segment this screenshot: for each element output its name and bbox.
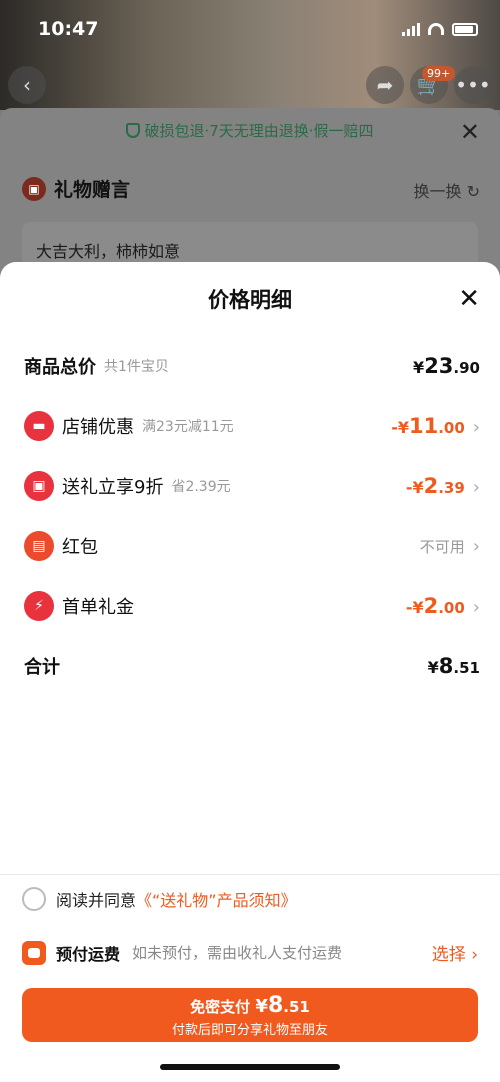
price-row-total: 合计 ¥8.51 bbox=[24, 648, 480, 684]
share-button[interactable]: ➦ bbox=[366, 66, 404, 104]
row-amount: -¥ 2.39 › bbox=[406, 474, 480, 498]
amount-dec: .39 bbox=[438, 479, 465, 497]
chevron-left-icon: ‹ bbox=[23, 73, 31, 97]
row-amount: ¥23.90 bbox=[413, 354, 480, 378]
lightning-icon: ⚡ bbox=[24, 591, 54, 621]
prepay-shipping-row: 预付运费 如未预付，需由收礼人支付运费 选择 › bbox=[22, 940, 478, 965]
row-sub: 省2.39元 bbox=[171, 479, 231, 495]
row-label: 店铺优惠 bbox=[62, 417, 134, 438]
chevron-right-icon: › bbox=[472, 535, 480, 557]
amount-dec: .90 bbox=[453, 359, 480, 377]
total-amount: ¥8.51 bbox=[428, 654, 480, 678]
amount-int: 11 bbox=[408, 414, 439, 438]
swap-button[interactable]: 换一换 ↻ bbox=[413, 178, 480, 202]
guarantee-text: 破损包退·7天无理由退换·假一赔四 bbox=[144, 122, 374, 140]
sheet-close-button[interactable]: ✕ bbox=[460, 118, 480, 146]
agree-text: 阅读并同意 bbox=[56, 891, 137, 910]
amount-int: 2 bbox=[423, 474, 439, 498]
row-sub: 共1件宝贝 bbox=[104, 359, 169, 375]
status-text: 不可用 bbox=[419, 537, 465, 556]
prepay-title: 预付运费 bbox=[56, 944, 121, 964]
row-amount: -¥ 11.00 › bbox=[391, 414, 480, 438]
amount-prefix: -¥ bbox=[405, 478, 424, 497]
status-icons bbox=[402, 22, 478, 36]
gift-message-title: 礼物赠言 bbox=[54, 179, 131, 201]
battery-icon bbox=[452, 22, 478, 36]
agreement-row: 阅读并同意 《“送礼物”产品须知》 bbox=[22, 887, 297, 911]
chevron-right-icon: › bbox=[472, 597, 480, 618]
row-label: 红包 bbox=[62, 537, 98, 558]
chevron-right-icon: › bbox=[472, 477, 480, 498]
chevron-right-icon: › bbox=[472, 417, 480, 438]
gift-icon: ▣ bbox=[24, 471, 54, 501]
gift-icon: ▣ bbox=[22, 176, 46, 201]
price-row-goods-total: 商品总价 共1件宝贝 ¥23.90 bbox=[24, 348, 480, 384]
row-sub: 满23元减11元 bbox=[142, 419, 234, 435]
modal-title: 价格明细 bbox=[208, 288, 292, 312]
row-amount: -¥ 2.00 › bbox=[406, 594, 480, 618]
pay-dec: .51 bbox=[283, 998, 310, 1016]
row-label: 商品总价 bbox=[24, 357, 96, 378]
signal-icon bbox=[402, 22, 420, 36]
more-icon: ••• bbox=[455, 73, 491, 97]
amount-prefix: ¥ bbox=[427, 658, 439, 677]
pay-prefix: ¥ bbox=[255, 996, 268, 1017]
shield-icon bbox=[126, 123, 141, 138]
home-indicator bbox=[160, 1064, 340, 1070]
price-detail-modal: 价格明细 ✕ 商品总价 共1件宝贝 ¥23.90 ▬ 店铺优惠 满23元减11元… bbox=[0, 262, 500, 1082]
wifi-icon bbox=[428, 23, 444, 35]
pay-line: 免密支付 ¥8.51 bbox=[22, 993, 478, 1018]
amount-int: 2 bbox=[423, 594, 439, 618]
price-row-first-order[interactable]: ⚡ 首单礼金 -¥ 2.00 › bbox=[24, 588, 480, 624]
guarantee-banner: 破损包退·7天无理由退换·假一赔四 bbox=[0, 120, 500, 141]
swap-label: 换一换 bbox=[413, 182, 462, 201]
status-bar: 10:47 bbox=[0, 0, 500, 60]
prepay-select-button[interactable]: 选择 › bbox=[432, 940, 478, 965]
amount-int: 23 bbox=[424, 354, 454, 378]
terms-link[interactable]: 《“送礼物”产品须知》 bbox=[136, 887, 297, 911]
row-status: 不可用 › bbox=[420, 536, 480, 557]
pay-sub: 付款后即可分享礼物至朋友 bbox=[171, 1023, 328, 1038]
close-icon[interactable]: ✕ bbox=[458, 286, 480, 312]
refresh-icon: ↻ bbox=[466, 182, 480, 201]
more-button[interactable]: ••• bbox=[454, 66, 492, 104]
price-row-gift-discount[interactable]: ▣ 送礼立享9折 省2.39元 -¥ 2.39 › bbox=[24, 468, 480, 504]
prepay-desc: 如未预付，需由收礼人支付运费 bbox=[132, 944, 343, 962]
share-icon: ➦ bbox=[376, 73, 394, 97]
gift-message-header: ▣ 礼物赠言 bbox=[22, 175, 130, 202]
amount-dec: .00 bbox=[438, 599, 465, 617]
pay-int: 8 bbox=[267, 993, 284, 1018]
pay-label: 免密支付 bbox=[190, 998, 251, 1016]
price-row-shop-discount[interactable]: ▬ 店铺优惠 满23元减11元 -¥ 11.00 › bbox=[24, 408, 480, 444]
footer-divider bbox=[0, 874, 500, 875]
amount-dec: .00 bbox=[438, 419, 465, 437]
amount-dec: .51 bbox=[453, 659, 480, 677]
back-button[interactable]: ‹ bbox=[8, 66, 46, 104]
amount-prefix: -¥ bbox=[391, 418, 409, 437]
row-label: 首单礼金 bbox=[62, 597, 134, 618]
agree-radio[interactable] bbox=[22, 887, 46, 911]
red-packet-icon: ▤ bbox=[24, 531, 54, 561]
shipping-icon bbox=[22, 940, 46, 965]
total-label: 合计 bbox=[24, 657, 60, 678]
cart-badge: 99+ bbox=[422, 66, 456, 81]
shop-icon: ▬ bbox=[24, 411, 54, 441]
amount-prefix: -¥ bbox=[405, 598, 424, 617]
pay-button[interactable]: 免密支付 ¥8.51 付款后即可分享礼物至朋友 bbox=[22, 988, 478, 1042]
status-time: 10:47 bbox=[38, 18, 99, 40]
amount-int: 8 bbox=[438, 654, 454, 678]
row-label: 送礼立享9折 bbox=[62, 477, 164, 498]
price-row-red-packet[interactable]: ▤ 红包 不可用 › bbox=[24, 528, 480, 564]
amount-prefix: ¥ bbox=[413, 358, 425, 377]
